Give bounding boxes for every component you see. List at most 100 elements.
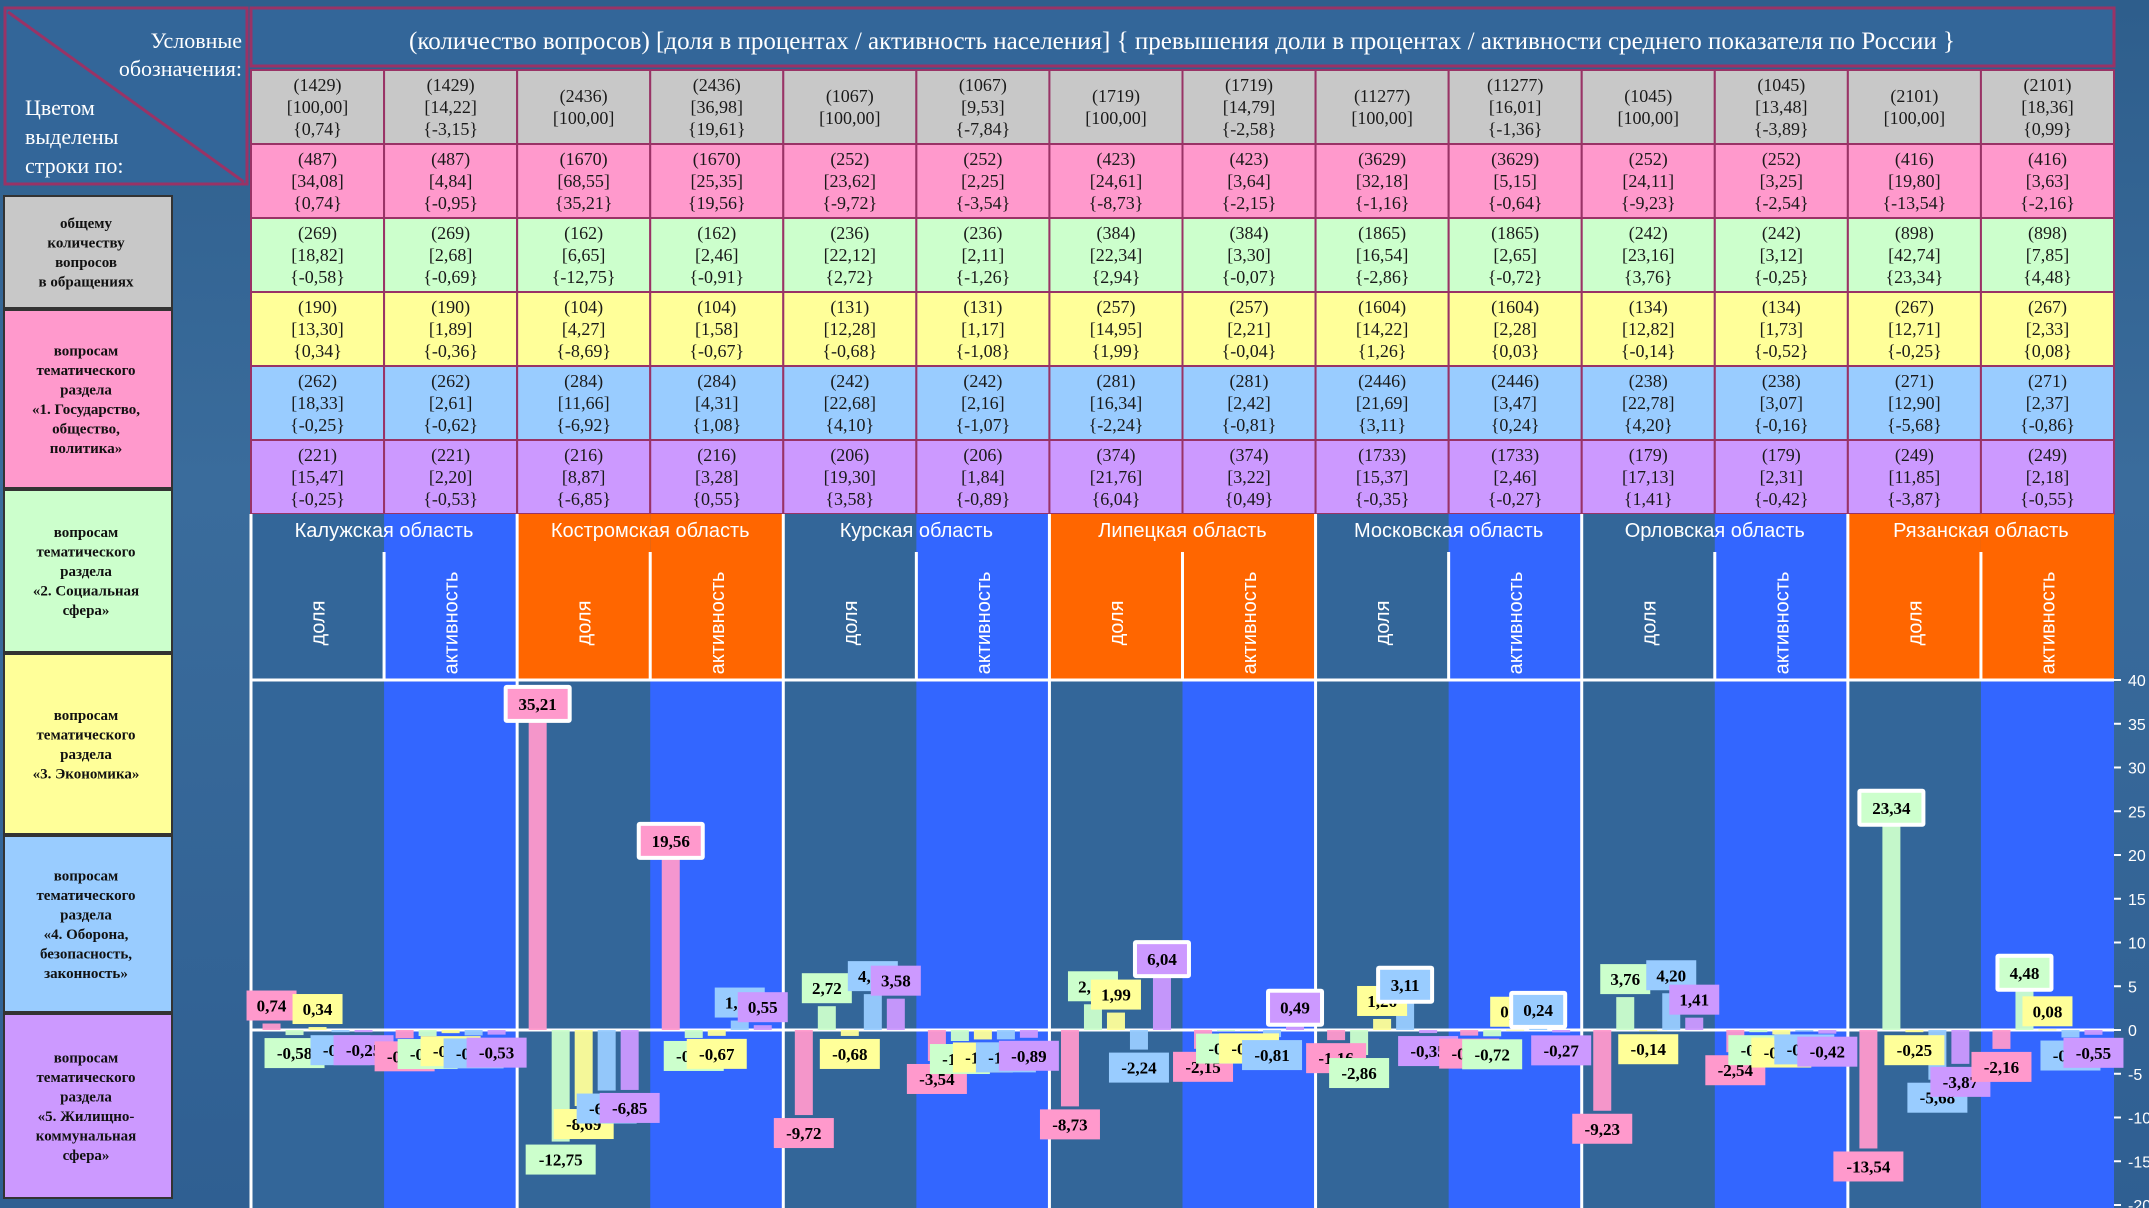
table-cell-text: (1865) [1358, 223, 1406, 244]
table-cell-text: [14,95] [1090, 319, 1143, 339]
bar [464, 1030, 483, 1036]
table-cell-text: (271) [2028, 371, 2067, 392]
data-label: -8,73 [1052, 1115, 1087, 1134]
bar [1795, 1030, 1814, 1032]
table-cell-text: [16,34] [1090, 393, 1143, 413]
table-cell-text: (104) [697, 297, 736, 318]
data-label: 19,56 [652, 832, 690, 851]
table-cell-text: [2,65] [1493, 245, 1537, 265]
table-cell-text: (206) [830, 445, 869, 466]
legend-row-4 [3, 653, 173, 835]
table-cell-text: [22,68] [824, 393, 877, 413]
legend-color-note: выделены [25, 124, 119, 149]
table-cell-text: [19,80] [1888, 171, 1941, 191]
table-cell-text: [2,16] [961, 393, 1005, 413]
table-cell-text: [3,47] [1493, 393, 1537, 413]
table-cell-text: (271) [1895, 371, 1934, 392]
table-cell-text: (104) [564, 297, 603, 318]
table-cell-text: [3,64] [1227, 171, 1271, 191]
table-cell-text: {-2,58} [1222, 119, 1277, 139]
region-label: Московская область [1354, 520, 1543, 542]
table-cell-text: (179) [1629, 445, 1668, 466]
legend-row-text: политика» [50, 441, 122, 457]
table-cell-text: {23,34} [1886, 267, 1944, 287]
table-cell-text: {1,26} [1358, 341, 1407, 361]
bar [1460, 1030, 1479, 1036]
bar [1616, 997, 1635, 1030]
plot-band-right [1980, 680, 2114, 1208]
table-cell-text: {-0,16} [1754, 415, 1809, 435]
table-cell-text: [34,08] [291, 171, 344, 191]
table-cell-text: {-0,55} [2020, 489, 2075, 509]
data-label: -0,27 [1543, 1041, 1579, 1060]
table-cell-text: [2,11] [961, 245, 1004, 265]
legend-row-text: коммунальная [36, 1128, 136, 1144]
table-cell-text: (252) [1629, 149, 1668, 170]
table-cell-text: {1,41} [1624, 489, 1673, 509]
bar [1882, 825, 1901, 1030]
data-label: -2,86 [1341, 1064, 1376, 1083]
table-cell-text: [2,42] [1227, 393, 1271, 413]
data-label: -0,14 [1631, 1040, 1667, 1059]
table-cell-text: [14,22] [1356, 319, 1409, 339]
table-cell-text: [2,46] [695, 245, 739, 265]
bar [1552, 1030, 1571, 1033]
data-label: 35,21 [519, 695, 557, 714]
table-cell-text: [1,17] [961, 319, 1005, 339]
table-cell-text: (257) [1096, 297, 1135, 318]
legend-row-text: тематического [36, 888, 135, 904]
table-cell-text: [1,58] [695, 319, 739, 339]
table-cell-text: [2,18] [2026, 467, 2070, 487]
data-label: -0,55 [2076, 1044, 2111, 1063]
bar [395, 1030, 414, 1039]
bar [1240, 1030, 1259, 1031]
table-cell-text: (269) [431, 223, 470, 244]
table-cell-text: {-0,67} [689, 341, 744, 361]
table-cell-text: {0,49} [1225, 489, 1274, 509]
table-cell-text: {-1,16} [1355, 193, 1410, 213]
table-cell-text: [16,54] [1356, 245, 1409, 265]
data-label: -13,54 [1846, 1157, 1890, 1176]
table-cell-text: (384) [1096, 223, 1135, 244]
table-cell-text: (2436) [560, 86, 608, 107]
table-cell-text: {-0,86} [2020, 415, 2075, 435]
table-cell-text: (249) [1895, 445, 1934, 466]
table-cell-text: (267) [1895, 297, 1934, 318]
table-cell-text: [100,00] [287, 97, 349, 117]
data-label: -9,23 [1585, 1120, 1620, 1139]
bar [1506, 1029, 1525, 1031]
table-cell-text: {-1,36} [1488, 119, 1543, 139]
bar [1859, 1030, 1878, 1149]
table-cell-text: [1,73] [1760, 319, 1804, 339]
bar [1019, 1030, 1038, 1038]
table-cell-text: (1733) [1491, 445, 1539, 466]
bar [1419, 1030, 1438, 1034]
bar [1327, 1030, 1346, 1041]
y-tick-label: -15 [2128, 1154, 2149, 1171]
table-cell-text: (252) [1762, 149, 1801, 170]
table-cell-text: [21,69] [1356, 393, 1409, 413]
table-cell-text: [13,30] [291, 319, 344, 339]
table-cell-text: {0,08} [2023, 341, 2072, 361]
bar [661, 858, 680, 1030]
table-cell-text: [2,61] [429, 393, 473, 413]
y-tick-label: 30 [2128, 761, 2146, 778]
table-cell-text: [3,30] [1227, 245, 1271, 265]
table-cell-text: [100,00] [819, 108, 881, 128]
table-cell-text: (1429) [294, 75, 342, 96]
table-cell-text: (281) [1230, 371, 1269, 392]
table-cell-text: (11277) [1354, 86, 1410, 107]
table-cell-text: (216) [564, 445, 603, 466]
region-label: Липецкая область [1098, 520, 1266, 542]
table-cell-text: {3,58} [825, 489, 874, 509]
table-cell-text: (898) [1895, 223, 1934, 244]
table-cell-text: (1067) [826, 86, 874, 107]
data-label: 23,34 [1872, 799, 1911, 818]
table-cell-text: {-0,04} [1222, 341, 1277, 361]
sub-label: доля [1372, 601, 1394, 646]
legend-title: обозначения: [119, 56, 242, 81]
table-cell [1846, 69, 1982, 145]
legend-row-text: безопасность, [40, 946, 132, 962]
table-cell-text: [2,21] [1227, 319, 1271, 339]
data-label: -0,53 [479, 1044, 514, 1063]
